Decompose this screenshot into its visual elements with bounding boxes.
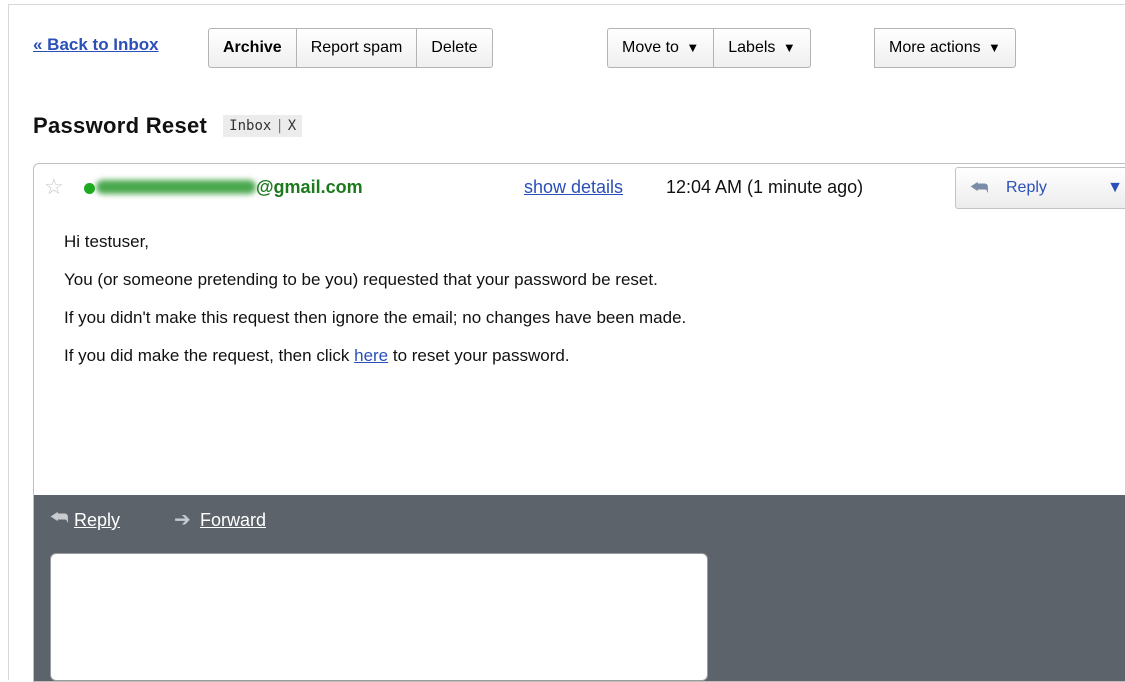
organize-actions-group: Move to ▼ Labels ▼ bbox=[607, 28, 811, 68]
email-view: « Back to Inbox Archive Report spam Dele… bbox=[8, 4, 1125, 682]
body-line-3: If you did make the request, then click … bbox=[64, 344, 1104, 382]
star-icon[interactable]: ☆ bbox=[44, 174, 64, 200]
label-chip-separator: | bbox=[275, 118, 284, 134]
labels-label: Labels bbox=[728, 39, 776, 56]
back-to-inbox-link[interactable]: « Back to Inbox bbox=[33, 35, 159, 55]
more-actions-label: More actions bbox=[889, 39, 981, 56]
labels-button[interactable]: Labels ▼ bbox=[714, 28, 811, 68]
message-header: ☆ @gmail.com show details 12:04 AM (1 mi… bbox=[34, 164, 1125, 210]
reply-button[interactable]: ⮪ Reply bbox=[955, 167, 1097, 209]
footer-reply-link[interactable]: Reply bbox=[74, 510, 120, 531]
primary-actions-group: Archive Report spam Delete bbox=[208, 28, 493, 68]
chevron-down-icon: ▼ bbox=[782, 40, 796, 55]
reply-footer: ⮪ Reply ➔ Forward bbox=[34, 495, 1125, 681]
show-details-link[interactable]: show details bbox=[524, 177, 623, 198]
toolbar: « Back to Inbox Archive Report spam Dele… bbox=[9, 5, 1125, 85]
reply-compose-box[interactable] bbox=[50, 553, 708, 681]
chevron-down-icon: ▼ bbox=[686, 40, 700, 55]
email-subject: Password Reset bbox=[33, 113, 208, 138]
report-spam-button[interactable]: Report spam bbox=[296, 28, 418, 68]
message-card: ☆ @gmail.com show details 12:04 AM (1 mi… bbox=[33, 163, 1125, 682]
message-body: Hi testuser, You (or someone pretending … bbox=[64, 230, 1104, 382]
body-line-2: If you didn't make this request then ign… bbox=[64, 308, 687, 327]
message-more-button[interactable]: ▼ bbox=[1095, 167, 1125, 209]
reply-button-label: Reply bbox=[1006, 179, 1047, 196]
move-to-button[interactable]: Move to ▼ bbox=[607, 28, 715, 68]
sender-email[interactable]: @gmail.com bbox=[256, 177, 363, 198]
reply-icon: ⮪ bbox=[970, 177, 989, 199]
chevron-down-icon: ▼ bbox=[988, 40, 1001, 55]
remove-label-button[interactable]: X bbox=[288, 118, 296, 134]
body-line-3-after: to reset your password. bbox=[388, 346, 570, 365]
message-timestamp: 12:04 AM (1 minute ago) bbox=[666, 177, 864, 197]
label-chip-text[interactable]: Inbox bbox=[229, 118, 271, 134]
online-status-icon bbox=[84, 183, 95, 194]
label-chip: Inbox | X bbox=[223, 115, 303, 137]
more-actions-button[interactable]: More actions ▼ bbox=[874, 28, 1016, 68]
body-line-1: You (or someone pretending to be you) re… bbox=[64, 270, 658, 289]
more-actions-group: More actions ▼ bbox=[874, 28, 1016, 68]
subject-row: Password Reset Inbox | X bbox=[33, 113, 303, 139]
move-to-label: Move to bbox=[622, 39, 679, 56]
delete-button[interactable]: Delete bbox=[417, 28, 493, 68]
sender-name-redacted bbox=[96, 180, 256, 194]
archive-button[interactable]: Archive bbox=[208, 28, 297, 68]
reply-icon: ⮪ bbox=[50, 507, 69, 529]
reset-password-link[interactable]: here bbox=[354, 346, 388, 365]
footer-forward-link[interactable]: Forward bbox=[200, 510, 266, 531]
body-greeting: Hi testuser, bbox=[64, 232, 150, 251]
forward-icon: ➔ bbox=[174, 509, 191, 531]
body-line-3-before: If you did make the request, then click bbox=[64, 346, 355, 365]
